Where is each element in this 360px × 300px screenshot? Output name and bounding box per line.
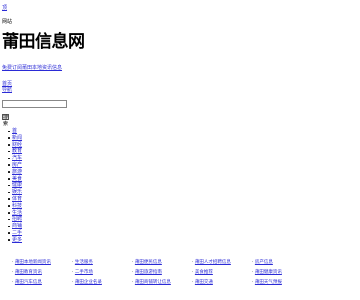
category-link[interactable]: 美食 (12, 176, 22, 182)
category-item: 首 (7, 128, 22, 135)
footer-link[interactable]: 莆田旅游指南 (135, 270, 162, 275)
link-grid-cell: · 房产信息 (252, 260, 273, 266)
footer-link[interactable]: 莆田交通 (195, 280, 213, 285)
link-grid-cell: · 莆田交通 (192, 280, 213, 286)
category-link[interactable]: 二手 (12, 230, 22, 236)
category-item: 娱乐 (7, 189, 22, 196)
category-item: 体育 (7, 196, 22, 203)
footer-link[interactable]: 美食推荐 (195, 270, 213, 275)
category-link[interactable]: 首 (12, 128, 17, 134)
subscribe-link-wrapper: 免费订阅莆田本地资讯信息 (2, 65, 62, 71)
link-grid-cell: · 莆田本地新闻资讯 (12, 260, 51, 266)
search-input[interactable] (2, 100, 67, 108)
category-list: 首新闻 财经 教育 汽车 房产 旅游 美食 健康 娱乐 体育 科技 生活 招聘 商铺 二手 更多 (7, 128, 22, 244)
link-grid-cell: · 莆田商铺转让信息 (132, 280, 171, 286)
nav-link-directory[interactable]: 导航 (2, 87, 12, 93)
category-item: 汽车 (7, 155, 22, 162)
link-grid-cell: · 二手市场 (72, 270, 93, 276)
link-grid-cell: · 莆田便民信息 (132, 260, 162, 266)
nav-links: 首页 导航 (2, 81, 12, 93)
link-grid-row: · 莆田教育资讯 · 二手市场 · 莆田旅游指南 · 美食推荐 · 莆田健康资讯 (12, 270, 302, 280)
category-item: 房产 (7, 162, 22, 169)
category-link[interactable]: 招聘 (12, 216, 22, 222)
link-grid-cell: · 莆田教育资讯 (12, 270, 42, 276)
footer-link-grid: · 莆田本地新闻资讯 · 生活服务 · 莆田便民信息 · 莆田人才招聘信息 · 房产信息… (12, 260, 302, 290)
search-button[interactable]: 搜索 (2, 114, 9, 127)
footer-link[interactable]: 莆田天气预报 (255, 280, 282, 285)
category-link[interactable]: 旅游 (12, 169, 22, 175)
footer-link[interactable]: 莆田健康资讯 (255, 270, 282, 275)
link-grid-row: · 莆田汽车信息 · 莆田企业名录 · 莆田商铺转让信息 · 莆田交通 · 莆田天气预报 (12, 280, 302, 290)
category-link[interactable]: 娱乐 (12, 189, 22, 195)
footer-link[interactable]: 生活服务 (75, 260, 93, 265)
category-link[interactable]: 房产 (12, 162, 22, 168)
footer-link[interactable]: 房产信息 (255, 260, 273, 265)
category-item: 科技 (7, 203, 22, 210)
category-link[interactable]: 更多 (12, 237, 22, 243)
footer-link[interactable]: 二手市场 (75, 270, 93, 275)
category-item: 商铺 (7, 223, 22, 230)
category-link[interactable]: 生活 (12, 210, 22, 216)
category-item: 新闻 (7, 135, 22, 142)
link-grid-cell: · 莆田健康资讯 (252, 270, 282, 276)
link-grid-cell: · 莆田企业名录 (72, 280, 102, 286)
link-grid-cell: · 莆田汽车信息 (12, 280, 42, 286)
search-button-label: 搜索 (3, 115, 9, 127)
link-grid-cell: · 莆田旅游指南 (132, 270, 162, 276)
category-link[interactable]: 商铺 (12, 223, 22, 229)
category-item: 旅游 (7, 169, 22, 176)
category-item: 二手 (7, 230, 22, 237)
category-link[interactable]: 体育 (12, 196, 22, 202)
link-grid-cell: · 莆田人才招聘信息 (192, 260, 231, 266)
footer-link[interactable]: 莆田汽车信息 (15, 280, 42, 285)
link-grid-cell: · 生活服务 (72, 260, 93, 266)
footer-link[interactable]: 莆田教育资讯 (15, 270, 42, 275)
footer-link[interactable]: 莆田便民信息 (135, 260, 162, 265)
link-grid-cell: · 莆田天气预报 (252, 280, 282, 286)
category-link[interactable]: 财经 (12, 142, 22, 148)
footer-link[interactable]: 莆田企业名录 (75, 280, 102, 285)
site-tagline: 网站 (2, 19, 13, 25)
category-link[interactable]: 健康 (12, 182, 22, 188)
subscribe-link[interactable]: 免费订阅莆田本地资讯信息 (2, 65, 62, 71)
category-link[interactable]: 科技 (12, 203, 22, 209)
category-link[interactable]: 汽车 (12, 155, 22, 161)
footer-link[interactable]: 莆田本地新闻资讯 (15, 260, 51, 265)
category-item: 更多 (7, 237, 22, 244)
category-link[interactable]: 教育 (12, 148, 22, 154)
link-grid-row: · 莆田本地新闻资讯 · 生活服务 · 莆田便民信息 · 莆田人才招聘信息 · 房产信息 (12, 260, 302, 270)
footer-link[interactable]: 莆田人才招聘信息 (195, 260, 231, 265)
link-grid-cell: · 美食推荐 (192, 270, 213, 276)
footer-link[interactable]: 莆田商铺转让信息 (135, 280, 171, 285)
top-bar-link[interactable]: 顶 (2, 5, 7, 11)
category-link[interactable]: 新闻 (12, 135, 22, 141)
site-logo[interactable]: 莆田信息网 (2, 31, 85, 53)
top-bar-label: 顶 (2, 5, 7, 11)
